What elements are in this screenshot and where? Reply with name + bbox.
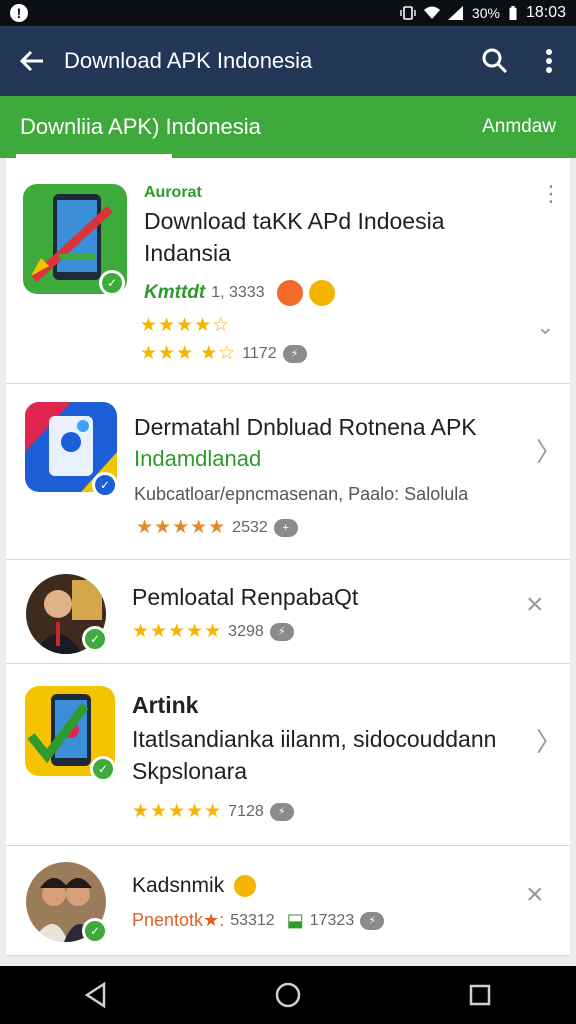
meta-row: Pnentotk★: 53312 ⬓ 17323 ⚡ [132,910,385,931]
rating-row: ★★★★★ 2532 + [136,516,298,539]
close-icon[interactable]: × [526,878,544,912]
chevron-right-icon[interactable]: 〉 [536,722,562,759]
search-icon [482,48,508,74]
tab-secondary[interactable]: Anmdaw [482,96,556,158]
expand-icon[interactable]: ⌄ [536,314,554,340]
list-item[interactable]: ✓ Dermatahl Dnbluad Rotnena APK Indamdla… [6,384,570,560]
list-item[interactable]: ✓ Kadsnmik Pnentotk★: 53312 ⬓ 17323 ⚡ × [6,846,570,956]
item-subtitle: Indamdlanad [134,446,262,471]
list-item[interactable]: ✓ Aurorat Download taKK APd Indoesia Ind… [6,158,570,384]
close-icon[interactable]: × [526,588,544,622]
rating-row: ★★★ ★☆ 1172 ⚡ [140,342,307,365]
item-title: Kadsnmik [132,874,257,898]
chevron-right-icon[interactable]: 〉 [536,432,562,469]
circle-home-icon [275,982,301,1008]
download-pill-icon: ⚡ [269,802,294,821]
tab-download-apk[interactable]: Downliia APK) Indonesia [20,96,261,158]
rating-row: ★★★★★ 7128 ⚡ [132,800,294,823]
signal-icon [447,6,463,20]
square-recents-icon [469,984,491,1006]
nav-back-button[interactable] [66,966,126,1024]
item-title: Download taKK APd Indoesia [144,208,445,234]
verified-badge-icon: ✓ [90,756,116,782]
verified-badge-icon: ✓ [99,270,125,296]
item-description-line1: Itatlsandianka iilanm, sidocouddann [132,726,497,752]
item-title: Dermatahl Dnbluad Rotnena APK [134,414,477,440]
vibrate-icon [400,6,416,20]
app-list: ✓ Aurorat Download taKK APd Indoesia Ind… [0,158,576,966]
list-item[interactable]: ✓ Pemloatal RenpabaQt ★★★★★ 3298 ⚡ × [6,560,570,664]
battery-percent: 30% [471,5,500,21]
wifi-icon [423,6,440,19]
back-button[interactable] [0,26,64,96]
emoji-smile-icon [234,875,257,898]
item-meta: Kmttdt [144,282,206,303]
verified-badge-icon: ✓ [82,626,108,652]
item-title: Artink [132,692,199,718]
rating-stars-secondary: ★★★ [140,343,195,364]
item-kicker: Aurorat [144,184,202,201]
rating-count: 3298 [228,622,264,640]
rating-stars: ★★★★☆ [140,315,231,336]
system-nav-bar [0,966,576,1024]
battery-icon [509,6,517,20]
alert-icon: ! [10,4,28,22]
arrow-back-icon [19,50,43,72]
nav-recents-button[interactable] [450,966,510,1024]
download-pill-icon: + [273,518,298,537]
verified-badge-icon: ✓ [92,472,118,498]
item-description: Kubcatloar/epncmasenan, Paalo: Salolula [134,484,469,504]
emoji-surprised-icon [276,280,303,306]
triangle-back-icon [84,982,106,1008]
nav-home-button[interactable] [258,966,318,1024]
download-icon: ⬓ [286,910,304,930]
download-pill-icon: ⚡ [282,344,307,363]
item-menu-button[interactable]: ⋮ [540,183,562,205]
item-title-line2: Indansia [144,240,231,266]
emoji-face-icon [308,280,335,306]
rating-stars: ★★★★★ [132,621,223,642]
item-meta-count: 1, 3333 [211,284,265,301]
verified-badge-icon: ✓ [82,918,108,944]
download-pill-icon: ⚡ [269,622,294,641]
more-vert-icon [546,49,552,73]
rating-stars: ★★★★★ [132,801,223,822]
clock: 18:03 [525,4,566,21]
overflow-menu-button[interactable] [522,26,576,96]
tab-bar: Downliia APK) Indonesia Anmdaw [0,96,576,158]
item-description-line2: Skpslonara [132,758,248,784]
rating-count: 1172 [242,344,277,362]
item-title: Pemloatal RenpabaQt [132,584,359,610]
page-title: Download APK Indonesia [64,48,313,73]
item-meta-count: 53312 [230,911,275,929]
item-meta-count-2: 17323 [309,911,355,929]
download-pill-icon: ⚡ [360,911,385,930]
rating-count: 7128 [228,802,264,820]
rating-row: ★★★★★ 3298 ⚡ [132,620,294,643]
search-button[interactable] [468,26,522,96]
list-item[interactable]: ✓ Artink Itatlsandianka iilanm, sidocoud… [6,664,570,846]
rating-stars-half: ★☆ [200,343,237,364]
status-bar: ! 30% 18:03 [0,0,576,26]
app-bar: Download APK Indonesia [0,26,576,96]
item-meta: Pnentotk★: [132,910,225,930]
item-meta-row: Kmttdt 1, 3333 [144,280,335,306]
item-title-text: Kadsnmik [132,874,225,897]
rating-stars: ★★★★★ [136,517,227,538]
rating-count: 2532 [232,518,268,536]
